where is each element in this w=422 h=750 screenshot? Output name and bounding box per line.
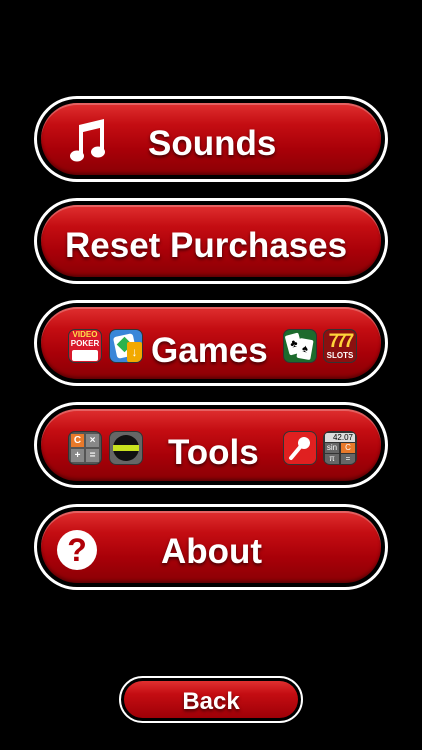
spade-card-icon: ♠ <box>296 337 314 361</box>
poker-text: POKER <box>70 339 100 348</box>
microphone-app-icon[interactable] <box>283 431 317 465</box>
games-button[interactable]: VIDEO POKER ↓ Games ♣ ♠ 777 SLOTS <box>34 300 388 386</box>
back-label: Back <box>182 688 240 715</box>
slots-app-icon[interactable]: 777 SLOTS <box>323 329 357 363</box>
scientific-calculator-app-icon[interactable]: 42.07 sin C π = <box>323 431 357 465</box>
calc-display: 42.07 <box>325 433 355 442</box>
calculator-app-icon[interactable]: C × + = <box>68 431 102 465</box>
sevens-icon: 777 <box>328 331 355 352</box>
calc-key-equals: = <box>86 449 99 462</box>
sounds-button[interactable]: Sounds <box>34 96 388 182</box>
about-label: About <box>161 532 263 571</box>
question-mark-icon: ? <box>57 530 97 570</box>
reset-purchases-label: Reset Purchases <box>65 226 348 265</box>
calc-key-sin: sin <box>325 443 339 453</box>
calc-key-clear: C <box>341 443 355 453</box>
video-poker-text: VIDEO <box>72 330 98 339</box>
reset-purchases-button[interactable]: Reset Purchases <box>34 198 388 284</box>
card-game-app-icon[interactable]: ♣ ♠ <box>283 329 317 363</box>
microphone-icon <box>289 437 310 460</box>
video-poker-app-icon[interactable]: VIDEO POKER <box>68 329 102 363</box>
level-line-icon <box>113 445 139 451</box>
games-label: Games <box>151 331 268 370</box>
about-button[interactable]: ? About <box>34 504 388 590</box>
calc-key-equals-sci: = <box>341 454 355 464</box>
calc-key-plus: + <box>71 449 84 462</box>
back-button[interactable]: Back <box>119 676 303 723</box>
music-note-icon <box>70 119 105 162</box>
cards-icon <box>72 350 98 361</box>
sounds-label: Sounds <box>148 124 277 163</box>
tools-label: Tools <box>168 433 259 472</box>
slots-text: SLOTS <box>326 351 354 360</box>
level-app-icon[interactable] <box>109 431 143 465</box>
calc-key-c: C <box>71 434 84 447</box>
tools-button[interactable]: C × + = Tools 42.07 sin C π = <box>34 402 388 488</box>
download-arrow-icon: ↓ <box>127 342 142 362</box>
solitaire-download-app-icon[interactable]: ↓ <box>109 329 143 363</box>
calc-key-pi: π <box>325 454 339 464</box>
calc-key-multiply: × <box>86 434 99 447</box>
